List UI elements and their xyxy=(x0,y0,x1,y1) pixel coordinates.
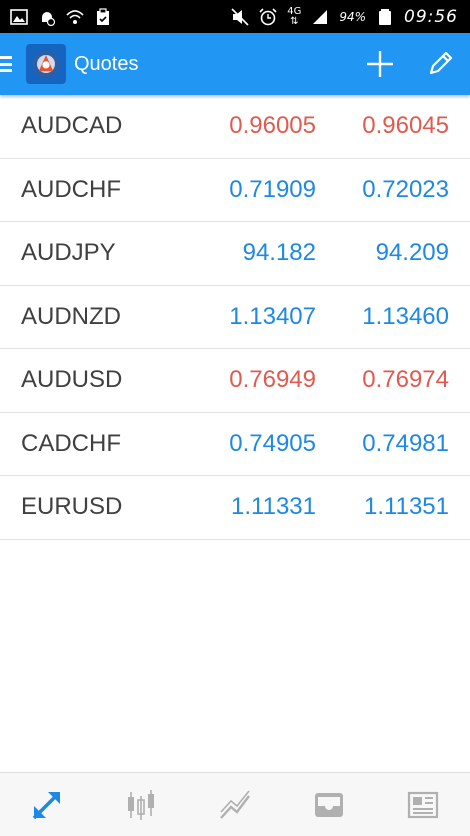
quote-bid: 0.96005 xyxy=(229,112,316,140)
history-icon xyxy=(315,792,343,817)
quote-bid: 0.76949 xyxy=(229,366,316,394)
quote-row-audjpy[interactable]: AUDJPY 94.182 94.209 xyxy=(0,222,470,286)
quote-bid: 1.11331 xyxy=(231,493,316,521)
quote-ask: 0.76974 xyxy=(362,366,449,394)
battery-percent: 94% xyxy=(339,9,366,24)
page-title: Quotes xyxy=(74,52,139,75)
quote-symbol: CADCHF xyxy=(21,429,121,457)
status-bar: 4G ⇅ 94% 09:56 xyxy=(0,0,470,33)
trade-icon xyxy=(220,790,250,819)
quote-ask: 1.13460 xyxy=(362,302,449,330)
wifi-icon xyxy=(66,8,84,26)
quote-ask: 0.74981 xyxy=(362,429,449,457)
edit-icon xyxy=(429,51,453,75)
quote-bid: 0.71909 xyxy=(229,175,316,203)
nav-chart[interactable] xyxy=(111,775,171,835)
quote-symbol: AUDCHF xyxy=(21,175,121,203)
nav-history[interactable] xyxy=(299,775,359,835)
app-bar: Quotes xyxy=(0,33,470,95)
quote-symbol: EURUSD xyxy=(21,493,123,521)
signal-icon xyxy=(311,8,329,26)
quotes-list: AUDCAD 0.96005 0.96045 AUDCHF 0.71909 0.… xyxy=(0,95,470,540)
edit-button[interactable] xyxy=(410,33,470,95)
quote-symbol: AUDCAD xyxy=(21,112,123,140)
quote-symbol: AUDJPY xyxy=(21,239,116,267)
quote-row-eurusd[interactable]: EURUSD 1.11331 1.11351 xyxy=(0,476,470,540)
mute-icon xyxy=(231,7,249,26)
nav-quotes[interactable] xyxy=(17,775,77,835)
quote-ask: 1.11351 xyxy=(364,493,449,521)
app-logo-icon[interactable] xyxy=(26,44,66,84)
quote-ask: 94.209 xyxy=(375,239,449,267)
data-arrows: ⇅ xyxy=(290,15,299,27)
quote-ask: 0.96045 xyxy=(362,112,449,140)
quote-row-audusd[interactable]: AUDUSD 0.76949 0.76974 xyxy=(0,349,470,413)
news-icon xyxy=(407,791,439,818)
add-button[interactable] xyxy=(350,33,410,95)
bottom-nav xyxy=(0,772,470,836)
nav-news[interactable] xyxy=(393,775,453,835)
status-left xyxy=(10,7,112,26)
network-label: 4G xyxy=(287,5,302,17)
gallery-icon xyxy=(10,8,28,26)
clipboard-icon xyxy=(94,7,112,26)
android-debug-icon xyxy=(38,8,56,26)
clock: 09:56 xyxy=(404,6,458,27)
quote-row-audchf[interactable]: AUDCHF 0.71909 0.72023 xyxy=(0,159,470,222)
quote-row-audnzd[interactable]: AUDNZD 1.13407 1.13460 xyxy=(0,286,470,349)
quote-row-cadchf[interactable]: CADCHF 0.74905 0.74981 xyxy=(0,413,470,476)
add-icon xyxy=(367,51,393,77)
battery-icon xyxy=(376,8,394,26)
quote-bid: 1.13407 xyxy=(229,302,316,330)
alarm-icon xyxy=(259,7,277,26)
nav-trade[interactable] xyxy=(205,775,265,835)
quote-ask: 0.72023 xyxy=(362,175,449,203)
quote-bid: 0.74905 xyxy=(229,429,316,457)
quote-symbol: AUDNZD xyxy=(21,302,121,330)
quote-bid: 94.182 xyxy=(242,239,316,267)
quote-symbol: AUDUSD xyxy=(21,366,123,394)
menu-icon[interactable] xyxy=(0,54,14,74)
chart-icon xyxy=(128,789,154,820)
status-right: 4G ⇅ 94% 09:56 xyxy=(231,5,458,27)
quotes-icon xyxy=(32,791,60,819)
network-4g-icon: 4G ⇅ xyxy=(287,5,302,27)
quote-row-audcad[interactable]: AUDCAD 0.96005 0.96045 xyxy=(0,95,470,159)
